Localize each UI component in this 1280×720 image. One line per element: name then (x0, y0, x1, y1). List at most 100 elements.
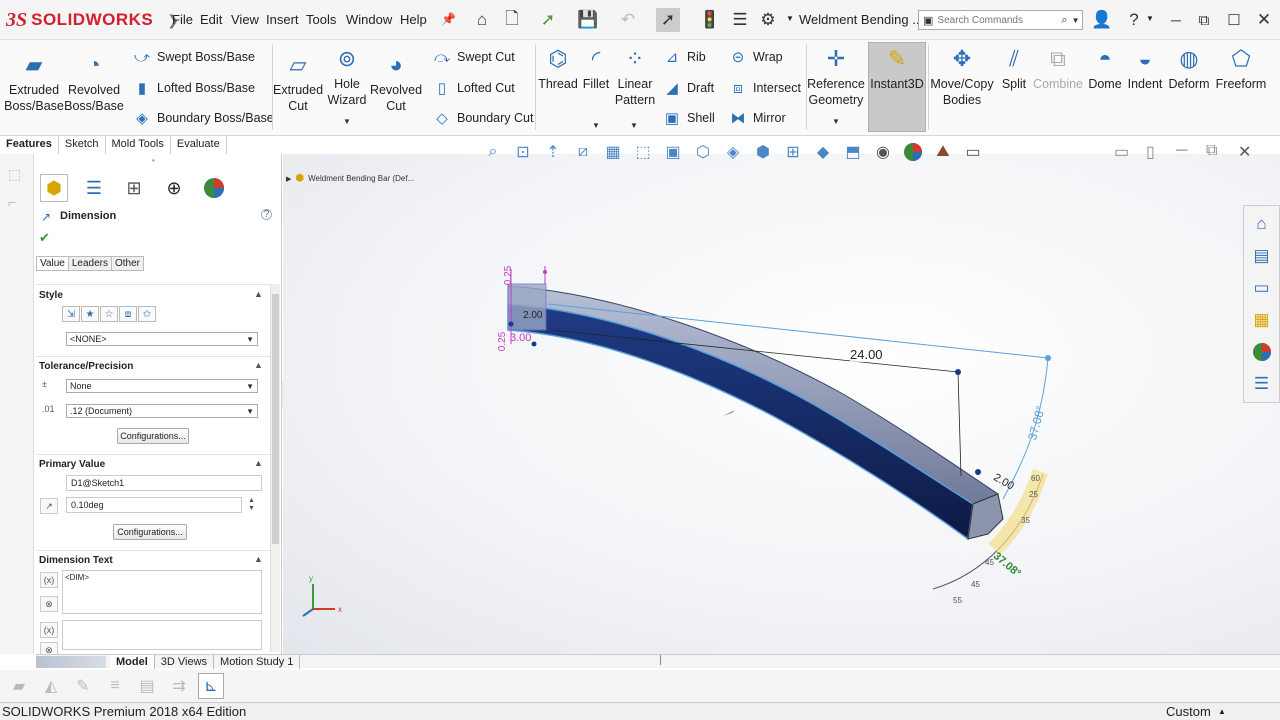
chevron-down-icon[interactable]: ▼ (343, 114, 351, 130)
instant3d-button[interactable]: ✎ Instant3D (868, 44, 926, 92)
menu-insert[interactable]: Insert (266, 12, 299, 27)
undo-icon[interactable]: ↶ (616, 8, 640, 32)
dimxpert-tab-icon[interactable]: ⊕ (160, 174, 188, 202)
sketch-line-faded-icon[interactable]: ⌐ (8, 194, 16, 210)
section-view-icon[interactable]: ⧄ (570, 140, 596, 164)
shadows-icon[interactable]: ◆ (810, 140, 836, 164)
solidworks-resources-icon[interactable]: ⌂ (1248, 210, 1276, 238)
dynamic-annotation-icon[interactable]: ▦ (600, 140, 626, 164)
dome-button[interactable]: ◓ Dome (1086, 44, 1124, 92)
subtab-value[interactable]: Value (36, 256, 68, 271)
menu-tools[interactable]: Tools (306, 12, 336, 27)
doc-minimize-icon[interactable]: ─ (1176, 142, 1187, 160)
help-icon[interactable]: ? (261, 209, 272, 220)
subtab-leaders[interactable]: Leaders (67, 256, 111, 271)
thread-button[interactable]: ⌬ Thread (538, 44, 578, 92)
tile-vertical-icon[interactable]: ▯ (1146, 142, 1155, 162)
apply-style-icon[interactable]: ⇲ (62, 306, 80, 322)
chevron-up-icon[interactable]: ▲ (1218, 707, 1226, 716)
tab-model[interactable]: Model (110, 654, 155, 669)
collapse-arrow-icon[interactable]: ▲ (254, 554, 263, 564)
minimize-window-icon[interactable]: ─ (1164, 8, 1188, 32)
dimension-text-box[interactable]: <DIM> (62, 570, 262, 614)
revolved-boss-button[interactable]: ◔ Revolved Boss/Base (64, 50, 124, 114)
reference-geometry-button[interactable]: ✛ Reference Geometry ▼ (806, 44, 866, 130)
zoom-to-area-icon[interactable]: ⊡ (510, 140, 536, 164)
collapse-arrow-icon[interactable]: ▲ (254, 458, 263, 468)
search-icon[interactable]: ⌕ (1061, 14, 1067, 27)
view-palette-icon[interactable]: ▦ (1248, 306, 1276, 334)
flyout-tree[interactable]: ▶ ⬢ Weldment Bending Bar (Def... (286, 173, 414, 184)
ok-check-icon[interactable]: ✔ (39, 230, 50, 246)
property-manager-tab-icon[interactable]: ☰ (80, 174, 108, 202)
menu-edit[interactable]: Edit (200, 12, 222, 27)
tab-motion-study-1[interactable]: Motion Study 1 (214, 654, 301, 669)
freeform-button[interactable]: ⬠ Freeform (1214, 44, 1268, 92)
boundary-boss-button[interactable]: ◈ Boundary Boss/Base (132, 106, 274, 130)
doc-restore-icon[interactable]: ⧉ (1206, 142, 1217, 160)
apply-scene-icon[interactable]: ⬢ (750, 140, 776, 164)
expand-arrow-icon[interactable]: ▶ (286, 175, 291, 183)
eye-icon[interactable]: ◉ (870, 140, 896, 164)
add-style-icon[interactable]: ★ (81, 306, 99, 322)
combine-button[interactable]: ⧉ Combine (1032, 44, 1084, 92)
indent-button[interactable]: ◒ Indent (1126, 44, 1164, 92)
restore-window-icon[interactable]: ⧉ (1192, 8, 1216, 32)
tile-horizontal-icon[interactable]: ▭ (1114, 142, 1129, 162)
menu-help[interactable]: Help (400, 12, 427, 27)
menu-file[interactable]: File (172, 12, 193, 27)
solidworks-logo[interactable]: 3S SOLIDWORKS ❯ (6, 8, 179, 32)
options-gear-icon[interactable]: ⚙ (756, 8, 780, 32)
open-file-icon[interactable]: ➚ (536, 8, 560, 32)
custom-properties-icon[interactable]: ☰ (1248, 370, 1276, 398)
dim-small-b-label[interactable]: 3.00 (510, 332, 531, 344)
chevron-down-icon[interactable]: ▼ (592, 121, 600, 130)
scene-icon[interactable]: ⛰ (930, 140, 956, 164)
dim-small-e-label[interactable]: 0.25 (497, 332, 508, 351)
swept-boss-button[interactable]: ⤻ Swept Boss/Base (132, 45, 255, 69)
style-select[interactable]: <NONE> ▼ (66, 332, 258, 346)
design-library-icon[interactable]: ▤ (1248, 242, 1276, 270)
mirror-button[interactable]: ⧓ Mirror (728, 106, 786, 130)
center-dimension-icon[interactable]: ⊗ (40, 596, 58, 612)
tree-item-label[interactable]: Weldment Bending Bar (Def... (308, 174, 414, 183)
save-icon[interactable]: 💾 (576, 8, 600, 32)
dim-length-label[interactable]: 24.00 (850, 347, 883, 362)
primary-name-field[interactable]: D1@Sketch1 (66, 475, 262, 491)
fillet-button[interactable]: ◜ Fillet (580, 44, 612, 92)
primary-value-field[interactable]: 0.10deg (66, 497, 242, 513)
update-style-icon[interactable]: ☆ (100, 306, 118, 322)
user-account-icon[interactable]: 👤 (1090, 8, 1114, 32)
tab-sketch[interactable]: Sketch (59, 136, 106, 154)
search-commands[interactable]: ▣ ⌕ ▼ (918, 10, 1083, 30)
display-manager-tab-icon[interactable] (200, 174, 228, 202)
faded-tool-icon[interactable]: ▤ (134, 673, 160, 699)
add-parenthesis-icon[interactable]: (x) (40, 572, 58, 588)
rebuild-traffic-light-icon[interactable]: 🚦 (698, 8, 722, 32)
file-explorer-icon[interactable]: ▭ (1248, 274, 1276, 302)
chevron-down-icon[interactable]: ▼ (1072, 16, 1080, 25)
select-cursor-icon[interactable]: ➚ (656, 8, 680, 32)
save-style-icon[interactable]: ⧈ (119, 306, 137, 322)
tab-evaluate[interactable]: Evaluate (171, 136, 227, 154)
pm-scrollbar-thumb[interactable] (272, 294, 279, 544)
panel-handle-dot[interactable]: • (152, 156, 155, 165)
faded-tool-icon[interactable]: ✎ (70, 673, 96, 699)
draft-button[interactable]: ◢ Draft (662, 76, 714, 100)
spinner-arrows-icon[interactable]: ▲ ▼ (248, 497, 255, 513)
chevron-down-icon[interactable]: ▼ (1146, 14, 1154, 23)
intersect-button[interactable]: ⧈ Intersect (728, 76, 801, 100)
revolved-cut-button[interactable]: ◕ Revolved Cut (370, 50, 422, 114)
lofted-boss-button[interactable]: ▮ Lofted Boss/Base (132, 76, 255, 100)
file-properties-icon[interactable]: ☰ (728, 8, 752, 32)
extruded-cut-button[interactable]: ▱ Extruded Cut (272, 50, 324, 114)
edit-appearance-icon[interactable]: ◈ (720, 140, 746, 164)
horizontal-scrollbar[interactable] (660, 655, 1270, 665)
units-selector[interactable]: Custom (1166, 704, 1211, 719)
pin-icon[interactable]: 📌 (441, 12, 456, 26)
collapse-arrow-icon[interactable]: ▲ (254, 289, 263, 299)
zoom-to-fit-icon[interactable]: ⌕ (480, 140, 506, 164)
add-parenthesis-icon-2[interactable]: (x) (40, 622, 58, 638)
linear-pattern-button[interactable]: ⁘ Linear Pattern (614, 44, 656, 108)
hide-show-icon[interactable]: ⬡ (690, 140, 716, 164)
